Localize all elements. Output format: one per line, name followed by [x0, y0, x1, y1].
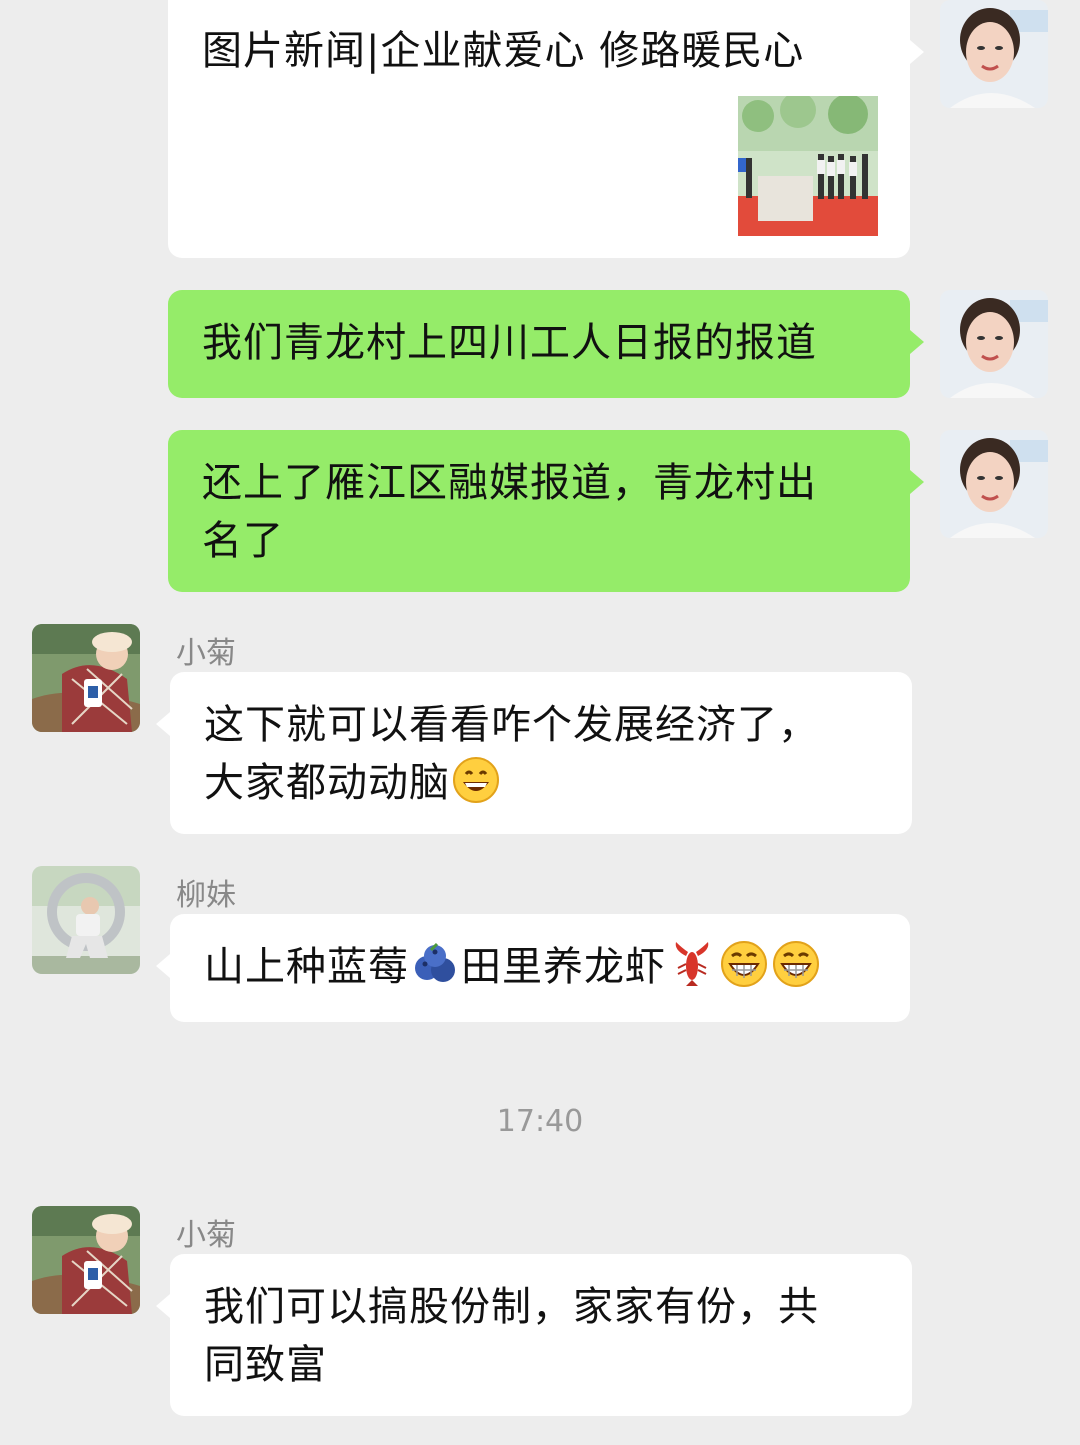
outgoing-message[interactable]: 还上了雁江区融媒报道，青龙村出 名了: [168, 430, 924, 592]
outgoing-message[interactable]: 我们青龙村上四川工人日报的报道: [168, 290, 924, 398]
avatar-liumei[interactable]: [32, 866, 140, 974]
avatar-self[interactable]: [940, 430, 1048, 538]
avatar-xiaoju[interactable]: [32, 624, 140, 732]
message-text-line: 我们可以搞股份制，家家有份，共: [204, 1284, 819, 1330]
incoming-message[interactable]: 山上种蓝莓 田里养龙虾: [156, 914, 910, 1022]
laughing-emoji-icon: [772, 940, 820, 988]
avatar-self[interactable]: [940, 290, 1048, 398]
incoming-message[interactable]: 这下就可以看看咋个发展经济了， 大家都动动脑: [156, 672, 912, 834]
message-text-line: 同致富: [204, 1342, 327, 1388]
news-card-message[interactable]: 图片新闻|企业献爱心 修路暖民心: [168, 0, 924, 258]
incoming-message[interactable]: 我们可以搞股份制，家家有份，共 同致富: [156, 1254, 912, 1416]
sender-name: 柳妹: [176, 878, 236, 913]
grin-emoji-icon: [452, 756, 500, 804]
blueberry-emoji-icon: [411, 940, 459, 988]
avatar-self[interactable]: [940, 0, 1048, 108]
news-card-title: 图片新闻|企业献爱心 修路暖民心: [202, 28, 805, 74]
lobster-emoji-icon: [668, 940, 716, 988]
sender-name: 小菊: [176, 1218, 236, 1253]
message-timestamp: 17:40: [496, 1104, 584, 1139]
message-text: 我们青龙村上四川工人日报的报道: [202, 320, 817, 366]
sender-name: 小菊: [176, 636, 236, 671]
message-text-line: 名了: [202, 518, 284, 564]
laughing-emoji-icon: [720, 940, 768, 988]
message-text-part: 山上种蓝莓: [204, 944, 409, 990]
avatar-xiaoju[interactable]: [32, 1206, 140, 1314]
news-card-thumbnail: [738, 92, 878, 236]
message-text-line: 还上了雁江区融媒报道，青龙村出: [202, 460, 817, 506]
message-text-line: 这下就可以看看咋个发展经济了，: [204, 702, 819, 748]
message-text-line: 大家都动动脑: [204, 760, 450, 806]
message-text-part: 田里养龙虾: [461, 944, 666, 990]
